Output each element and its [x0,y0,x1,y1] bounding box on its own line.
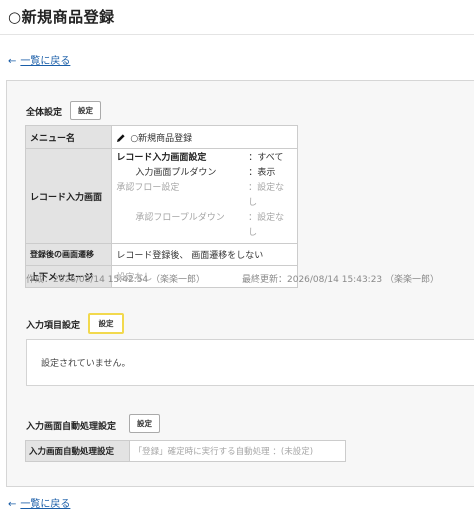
input-fields-empty-text: 設定されていません。 [41,359,131,369]
transition-label: 登録後の画面遷移 [24,243,113,266]
transition-value: レコード登録後、 画面遷移をしない [111,243,298,266]
menu-name-value: ○新規商品登録 [130,133,193,144]
approval-pulldown-line: 承認フロープルダウン ：設定なし [116,211,293,241]
overall-settings-button[interactable]: 設定 [70,101,101,120]
input-fields-title: 入力項目設定 [26,321,81,331]
pulldown-setting-line: 入力画面プルダウン ：表示 [116,166,293,181]
record-screen-label: レコード入力画面 [24,148,113,244]
back-to-list-link-bottom[interactable]: ← 一覧に戻る [8,495,70,510]
pulldown-setting-value: ：表示 [248,168,276,178]
approval-flow-value: ：設定なし [248,183,285,208]
menu-name-label: メニュー名 [24,125,113,149]
auto-process-title: 入力画面自動処理設定 [26,422,117,432]
updated-info: 最終更新：2026/08/14 15:43:23 （楽楽一郎） [242,275,440,285]
pencil-icon [117,134,125,142]
record-screen-row: レコード入力画面 レコード入力画面設定 ：すべて 入力画面プルダウン ：表示 承認フ… [24,148,298,244]
input-fields-settings-button[interactable]: 設定 [88,313,124,334]
transition-row: 登録後の画面遷移 レコード登録後、 画面遷移をしない [24,243,298,266]
pulldown-setting-key: 入力画面プルダウン [135,168,217,178]
auto-process-settings-button[interactable]: 設定 [129,414,160,433]
back-link-label: 一覧に戻る [20,499,71,510]
auto-process-value: 「登録」確定時に実行する自動処理 ：(未設定) [128,440,347,462]
created-info: 作成：2026/08/14 15:42:54 （楽楽一郎） [26,275,206,285]
auto-process-row: 入力画面自動処理設定 「登録」確定時に実行する自動処理 ：(未設定) [25,440,347,462]
approval-flow-line: 承認フロー設定 ：設定なし [116,181,293,211]
record-screen-setting-value: ：すべて [248,153,284,163]
input-fields-empty-box: 設定されていません。 [26,339,474,386]
auto-process-label: 入力画面自動処理設定 [25,440,130,462]
approval-flow-key: 承認フロー設定 [116,183,180,193]
menu-name-cell: ○新規商品登録 [111,125,298,149]
page-title: ○新規商品登録 [8,8,115,26]
approval-pulldown-value: ：設定なし [248,213,285,238]
record-screen-setting-line: レコード入力画面設定 ：すべて [116,151,293,166]
record-screen-cell: レコード入力画面設定 ：すべて 入力画面プルダウン ：表示 承認フロー設定 ：設定なし… [111,148,298,244]
record-screen-setting-key: レコード入力画面設定 [116,153,207,163]
menu-name-row: メニュー名 ○新規商品登録 [24,125,298,149]
top-divider [0,34,474,35]
overall-settings-title: 全体設定 [26,108,63,118]
back-to-list-link-top[interactable]: ← 一覧に戻る [8,52,70,67]
left-arrow-icon: ← [8,499,17,510]
auto-process-table: 入力画面自動処理設定 「登録」確定時に実行する自動処理 ：(未設定) [25,440,347,462]
overall-settings-table: メニュー名 ○新規商品登録 レコード入力画面 レコード入力画面設定 ：すべて 入力… [24,125,298,288]
left-arrow-icon: ← [8,56,17,67]
back-link-label: 一覧に戻る [20,56,71,67]
approval-pulldown-key: 承認フロープルダウン [135,213,225,223]
